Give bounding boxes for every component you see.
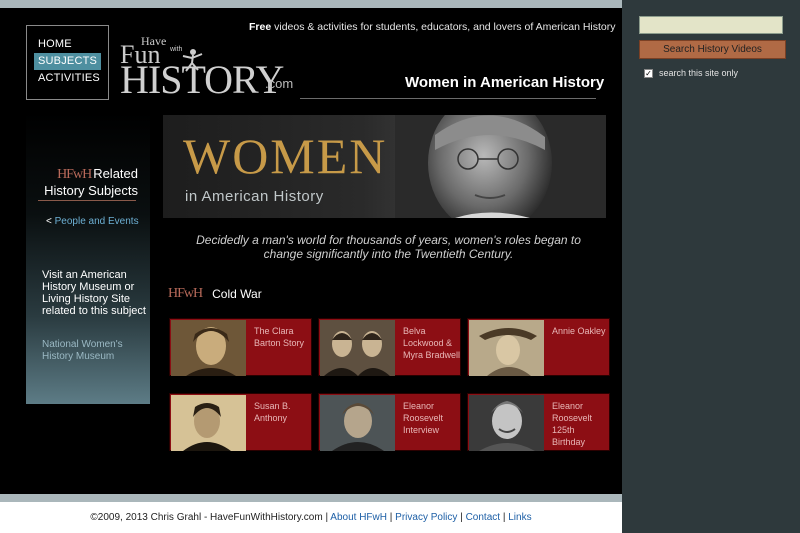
page-title: Women in American History	[405, 74, 605, 91]
eleanor-roosevelt-portrait-image	[320, 395, 395, 451]
sidebar-visit-text: Visit an American History Museum or Livi…	[42, 269, 146, 317]
site-logo[interactable]: Have Fun with HISTORY .com	[120, 32, 300, 102]
video-card-label: The Clara Barton Story	[254, 326, 305, 348]
video-card-eleanor-125th[interactable]: Eleanor Roosevelt 125th Birthday	[467, 393, 610, 451]
video-card-label: Annie Oakley	[552, 326, 606, 336]
nav-subjects[interactable]: SUBJECTS	[34, 53, 101, 70]
sidebar-link-people-events[interactable]: < People and Events	[46, 216, 139, 227]
footer-link-links[interactable]: Links	[508, 512, 531, 523]
top-strip	[0, 0, 622, 8]
hfwh-badge-icon: HFwH	[168, 286, 203, 301]
intro-text: Decidedly a man's world for thousands of…	[196, 233, 581, 261]
section-heading: HFwH Cold War	[168, 286, 262, 302]
site-only-checkbox[interactable]: ✓	[644, 68, 653, 78]
video-card-label: Belva Lockwood & Myra Bradwell	[403, 326, 461, 360]
footer-link-contact[interactable]: Contact	[466, 512, 500, 523]
footer-link-privacy[interactable]: Privacy Policy	[395, 512, 457, 523]
section-title: Cold War	[212, 287, 262, 301]
running-figure-icon	[182, 49, 203, 72]
susan-b-anthony-portrait-image	[171, 395, 246, 451]
heading-divider	[300, 98, 596, 99]
logo-com: .com	[265, 76, 294, 91]
annie-oakley-portrait-image	[469, 320, 544, 376]
page-footer: ©2009, 2013 Chris Grahl - HaveFunWithHis…	[0, 502, 622, 533]
lockwood-bradwell-portrait-image	[320, 320, 395, 376]
footer-link-about[interactable]: About HFwH	[330, 512, 387, 523]
search-input[interactable]	[639, 16, 783, 34]
eleanor-roosevelt-smiling-image	[469, 395, 544, 451]
right-column	[622, 0, 800, 533]
sidebar-museum-link[interactable]: National Women's History Museum	[42, 339, 142, 363]
copyright-text: ©2009, 2013 Chris Grahl - HaveFunWithHis…	[90, 512, 323, 523]
related-subjects-sidebar: HFwH Related History Subjects < People an…	[26, 112, 150, 404]
site-tagline: Free videos & activities for students, e…	[249, 21, 616, 33]
topic-banner: WOMEN in American History	[163, 115, 606, 218]
main-nav: HOME SUBJECTS ACTIVITIES	[26, 25, 109, 100]
hfwh-badge-icon: HFwH	[57, 167, 92, 182]
video-card-label: Eleanor Roosevelt Interview	[403, 401, 444, 435]
video-card-susan-b-anthony[interactable]: Susan B. Anthony	[169, 393, 312, 451]
sidebar-heading: HFwH Related History Subjects	[44, 166, 138, 198]
nav-activities[interactable]: ACTIVITIES	[27, 70, 108, 87]
woman-portrait-image	[395, 115, 606, 218]
bottom-strip	[0, 494, 622, 502]
video-card-label: Eleanor Roosevelt 125th Birthday	[552, 401, 593, 447]
video-card-annie-oakley[interactable]: Annie Oakley	[467, 318, 610, 376]
video-card-lockwood-bradwell[interactable]: Belva Lockwood & Myra Bradwell	[318, 318, 461, 376]
video-card-eleanor-interview[interactable]: Eleanor Roosevelt Interview	[318, 393, 461, 451]
search-videos-button[interactable]: Search History Videos	[639, 40, 786, 59]
video-card-label: Susan B. Anthony	[254, 401, 291, 423]
search-site-only-option[interactable]: ✓ search this site only	[644, 68, 738, 78]
banner-subtitle: in American History	[185, 188, 324, 205]
video-card-clara-barton[interactable]: The Clara Barton Story	[169, 318, 312, 376]
sidebar-divider	[38, 200, 136, 201]
clara-barton-portrait-image	[171, 320, 246, 376]
nav-home[interactable]: HOME	[27, 36, 108, 53]
banner-title: WOMEN	[183, 128, 388, 184]
site-only-label: search this site only	[659, 68, 739, 78]
